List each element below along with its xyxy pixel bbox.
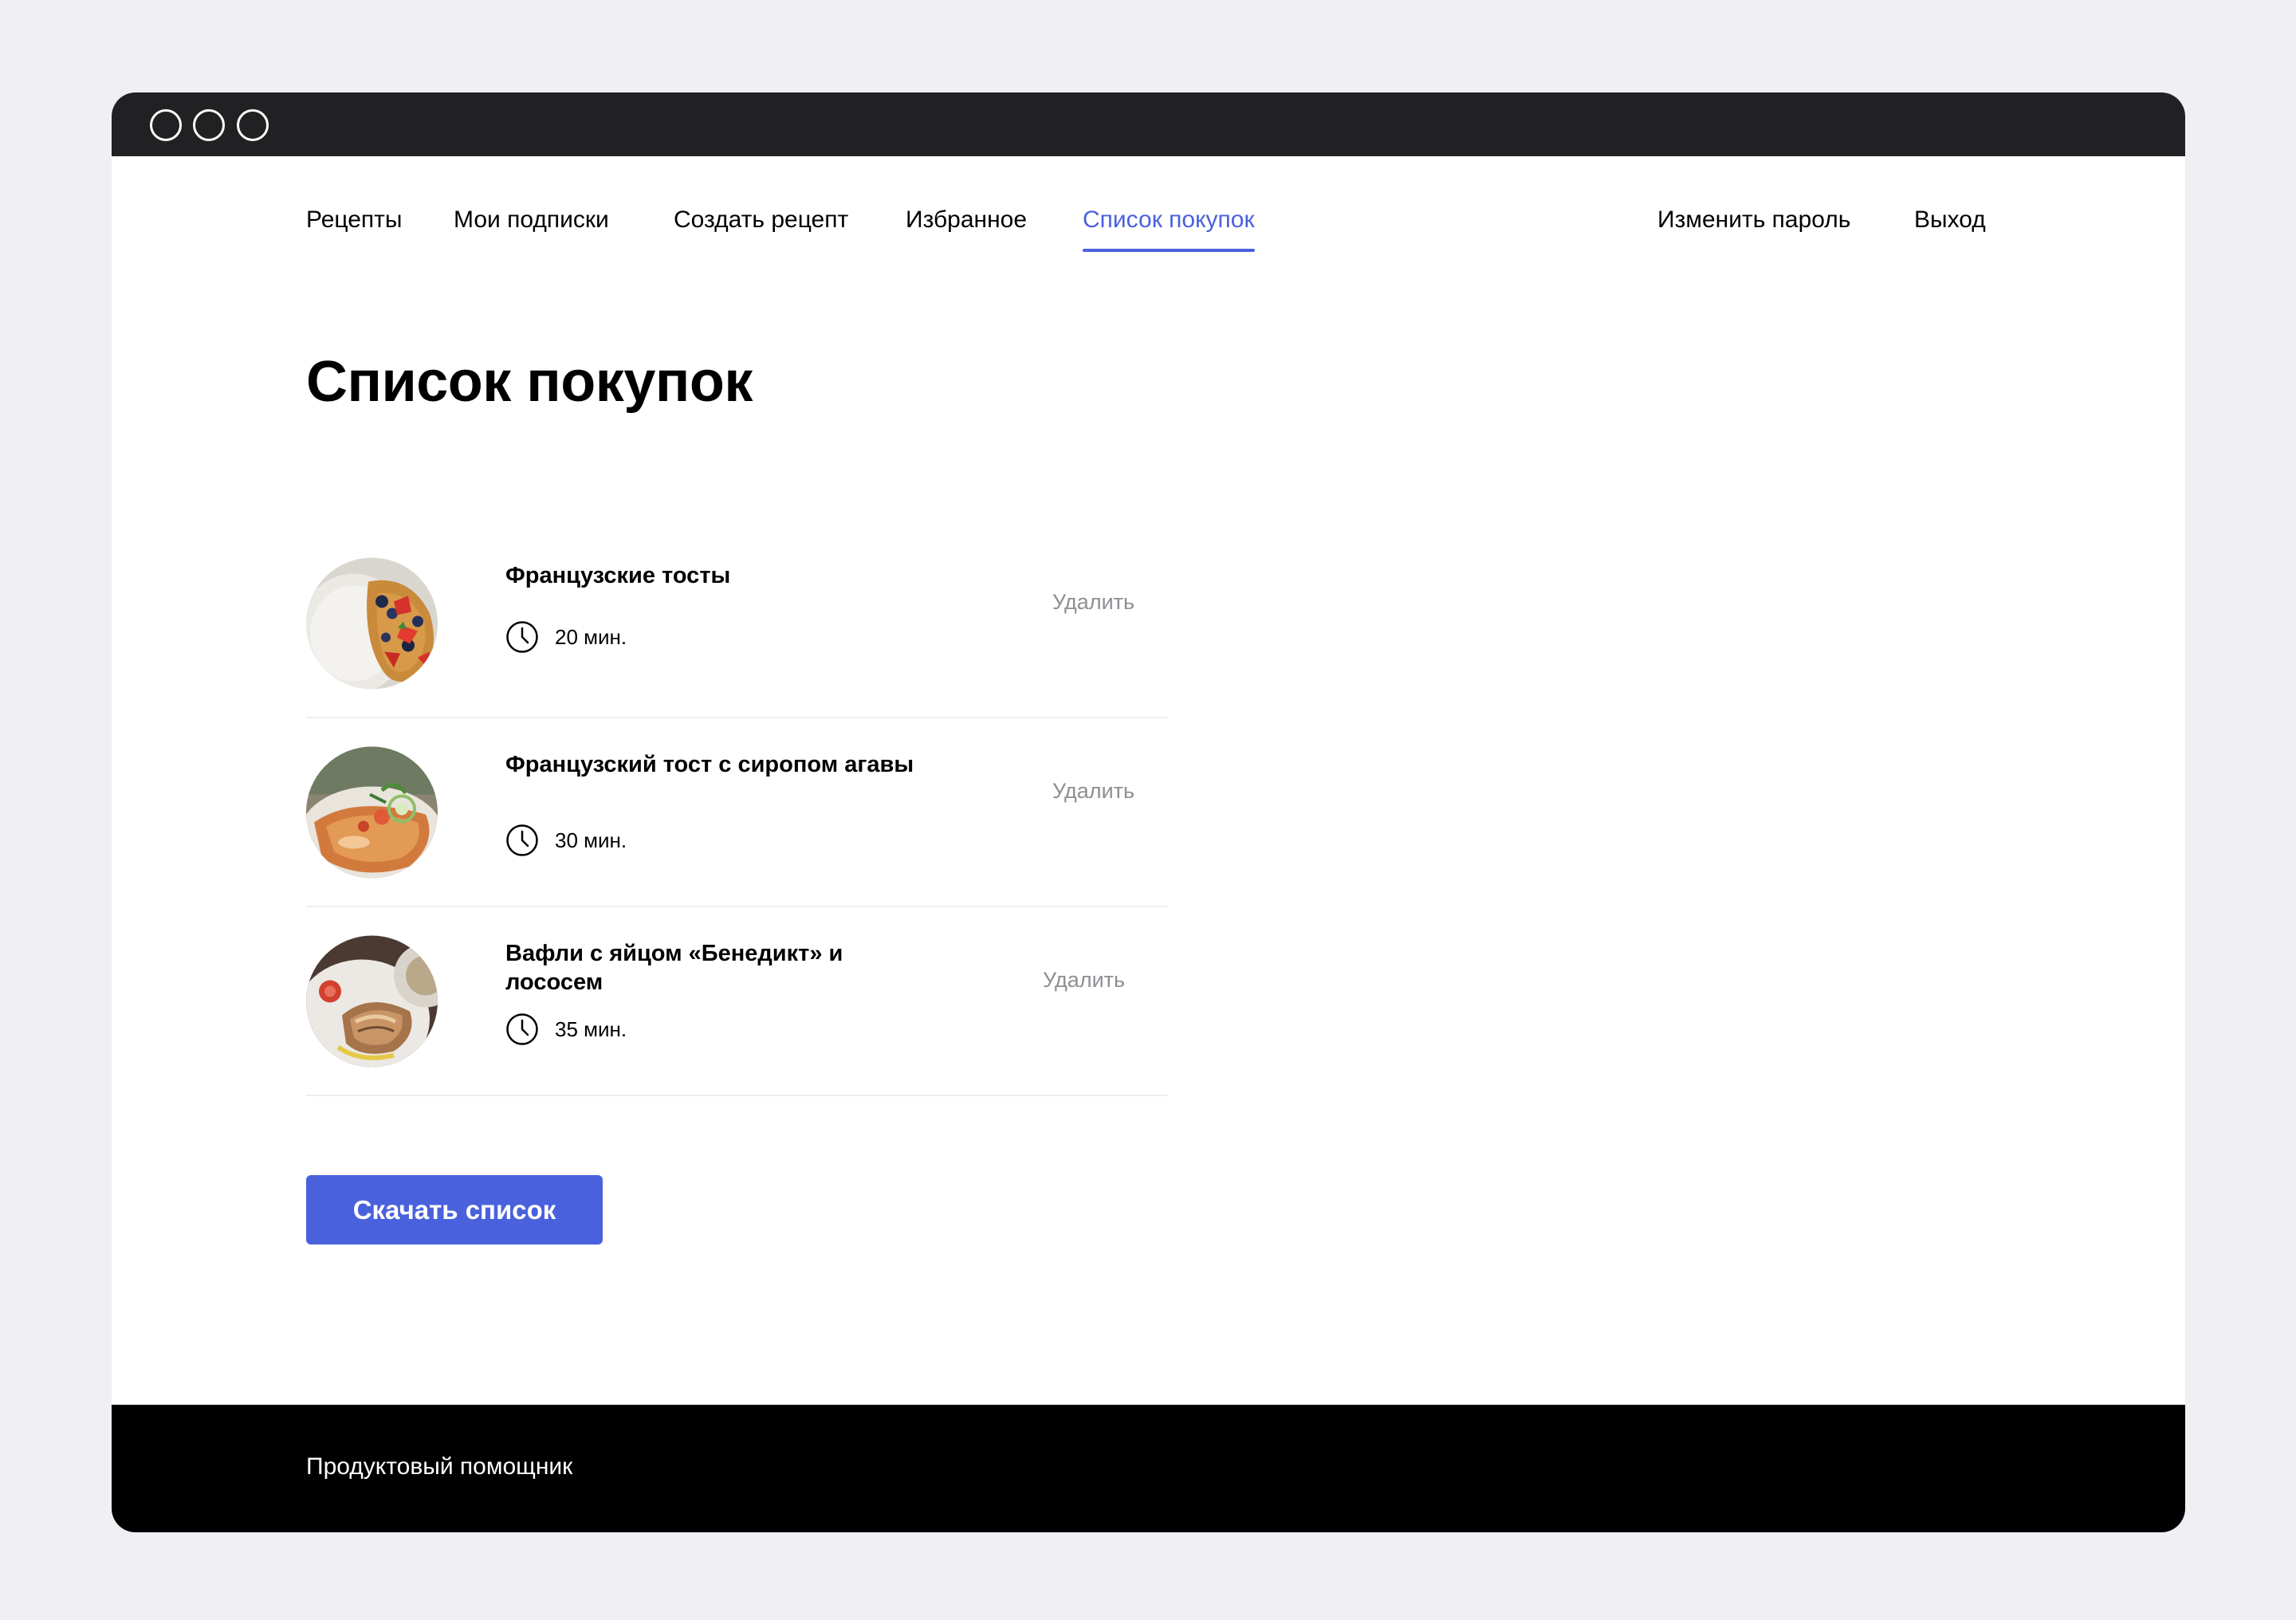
list-item: Французские тосты 20 мин. Удалить xyxy=(306,529,1167,718)
clock-icon xyxy=(506,621,538,653)
page-title: Список покупок xyxy=(306,350,753,414)
footer-brand: Продуктовый помощник xyxy=(306,1453,573,1480)
nav-item-shopping-list[interactable]: Список покупок xyxy=(1083,204,1255,252)
nav-item-create-recipe[interactable]: Создать рецепт xyxy=(674,204,848,236)
nav-item-subscriptions[interactable]: Мои подписки xyxy=(454,204,609,236)
browser-window: Рецепты Мои подписки Создать рецепт Избр… xyxy=(112,92,2185,1532)
clock-icon xyxy=(506,1013,538,1045)
main-nav: Рецепты Мои подписки Создать рецепт Избр… xyxy=(112,204,2185,252)
recipe-title[interactable]: Вафли с яйцом «Бенедикт» и лососем xyxy=(505,939,920,997)
nav-item-recipes[interactable]: Рецепты xyxy=(306,204,402,236)
window-maximize-button[interactable] xyxy=(237,109,269,141)
delete-button[interactable]: Удалить xyxy=(1043,968,1125,993)
recipe-title[interactable]: Французские тосты xyxy=(505,561,730,590)
shopping-list: Французские тосты 20 мин. Удалить Францу… xyxy=(306,529,1167,1096)
nav-logout[interactable]: Выход xyxy=(1914,204,1986,236)
list-item: Французский тост с сиропом агавы 30 мин.… xyxy=(306,718,1167,907)
list-item: Вафли с яйцом «Бенедикт» и лососем 35 ми… xyxy=(306,907,1167,1096)
footer: Продуктовый помощник xyxy=(112,1405,2185,1532)
nav-item-favorites[interactable]: Избранное xyxy=(906,204,1027,236)
window-close-button[interactable] xyxy=(150,109,182,141)
recipe-title[interactable]: Французский тост с сиропом агавы xyxy=(505,750,920,779)
delete-button[interactable]: Удалить xyxy=(1052,779,1134,804)
recipe-image xyxy=(306,557,438,690)
recipe-time-label: 35 мин. xyxy=(555,1016,627,1041)
recipe-image xyxy=(306,935,438,1068)
recipe-time-label: 20 мин. xyxy=(555,624,627,649)
delete-button[interactable]: Удалить xyxy=(1052,590,1134,615)
window-minimize-button[interactable] xyxy=(193,109,225,141)
nav-change-password[interactable]: Изменить пароль xyxy=(1657,204,1850,236)
recipe-image xyxy=(306,746,438,879)
clock-icon xyxy=(506,824,538,856)
download-list-button[interactable]: Скачать список xyxy=(306,1175,603,1244)
window-titlebar xyxy=(112,92,2185,156)
recipe-time: 20 мин. xyxy=(505,620,627,654)
recipe-time: 30 мин. xyxy=(505,824,627,857)
recipe-time: 35 мин. xyxy=(505,1012,627,1046)
recipe-time-label: 30 мин. xyxy=(555,828,627,852)
